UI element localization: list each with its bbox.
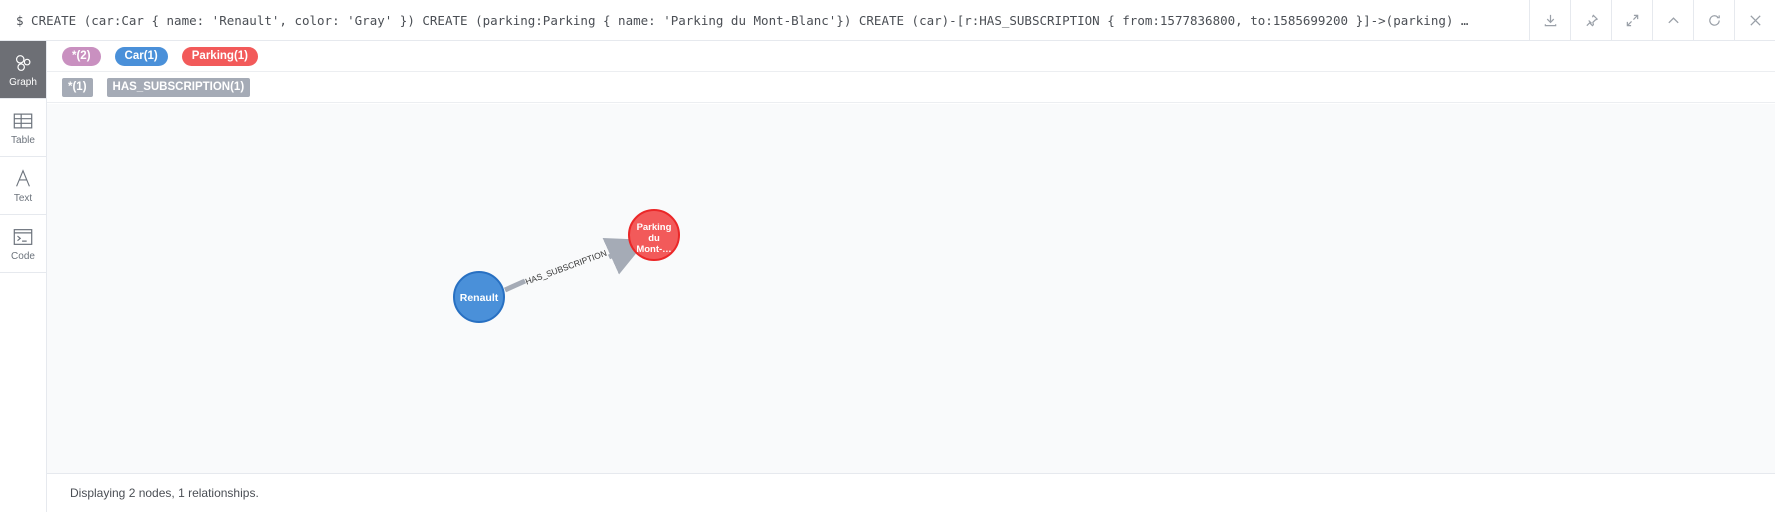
- rerun-button[interactable]: [1693, 0, 1734, 41]
- legend-parking-nodes[interactable]: Parking(1): [181, 47, 259, 66]
- download-button[interactable]: [1529, 0, 1570, 41]
- code-icon: [13, 228, 33, 245]
- node-car[interactable]: Renault: [453, 271, 505, 323]
- legend-has-subscription[interactable]: HAS_SUBSCRIPTION(1): [106, 78, 251, 97]
- view-code-button[interactable]: Code: [0, 215, 46, 273]
- node-parking-label-line-3: Mont-…: [636, 244, 671, 255]
- close-button[interactable]: [1734, 0, 1775, 41]
- pin-button[interactable]: [1570, 0, 1611, 41]
- node-labels-legend: *(2) Car(1) Parking(1): [47, 42, 1775, 72]
- view-code-label: Code: [11, 250, 35, 262]
- view-text-label: Text: [13, 192, 33, 204]
- view-text-button[interactable]: Text: [0, 157, 46, 215]
- pin-icon: [1585, 13, 1598, 27]
- fullscreen-button[interactable]: [1611, 0, 1652, 41]
- refresh-icon: [1708, 14, 1720, 26]
- legend-car-nodes[interactable]: Car(1): [114, 47, 168, 66]
- query-bar: $ CREATE (car:Car { name: 'Renault', col…: [0, 0, 1775, 41]
- close-icon: [1749, 14, 1761, 26]
- table-icon: [13, 113, 33, 128]
- node-car-label: Renault: [460, 292, 499, 304]
- graph-icon: [15, 54, 31, 71]
- frame-actions: [1529, 0, 1775, 41]
- status-bar: Displaying 2 nodes, 1 relationships.: [47, 473, 1775, 512]
- legend-all-nodes[interactable]: *(2): [62, 47, 101, 66]
- view-graph-label: Graph: [9, 76, 37, 88]
- relationship-types-legend: *(1) HAS_SUBSCRIPTION(1): [47, 73, 1775, 103]
- view-graph-button[interactable]: Graph: [0, 41, 46, 99]
- node-parking-label-line-1: Parking: [637, 222, 672, 233]
- relationship-line-end: [602, 237, 648, 275]
- expand-icon: [1626, 14, 1638, 26]
- relationship-has-subscription[interactable]: HAS_SUBSCRIPTION: [503, 237, 648, 293]
- download-icon: [1544, 14, 1556, 26]
- node-parking[interactable]: Parking du Mont-…: [628, 209, 680, 261]
- view-table-label: Table: [11, 134, 35, 146]
- collapse-button[interactable]: [1652, 0, 1693, 41]
- text-icon: [16, 168, 30, 187]
- view-switcher: Graph Table Text Code: [0, 41, 47, 512]
- status-text: Displaying 2 nodes, 1 relationships.: [70, 486, 259, 500]
- graph-canvas[interactable]: HAS_SUBSCRIPTION Renault Parking du Mont…: [47, 104, 1775, 473]
- node-parking-label-line-2: du: [648, 233, 660, 244]
- relationship-label: HAS_SUBSCRIPTION: [524, 248, 608, 287]
- relationship-line-start: [503, 278, 527, 293]
- legend-all-relationships[interactable]: *(1): [62, 78, 93, 97]
- query-text[interactable]: $ CREATE (car:Car { name: 'Renault', col…: [0, 13, 1529, 28]
- view-table-button[interactable]: Table: [0, 99, 46, 157]
- collapse-icon: [1667, 16, 1679, 23]
- graph-svg: HAS_SUBSCRIPTION Renault Parking du Mont…: [453, 209, 680, 323]
